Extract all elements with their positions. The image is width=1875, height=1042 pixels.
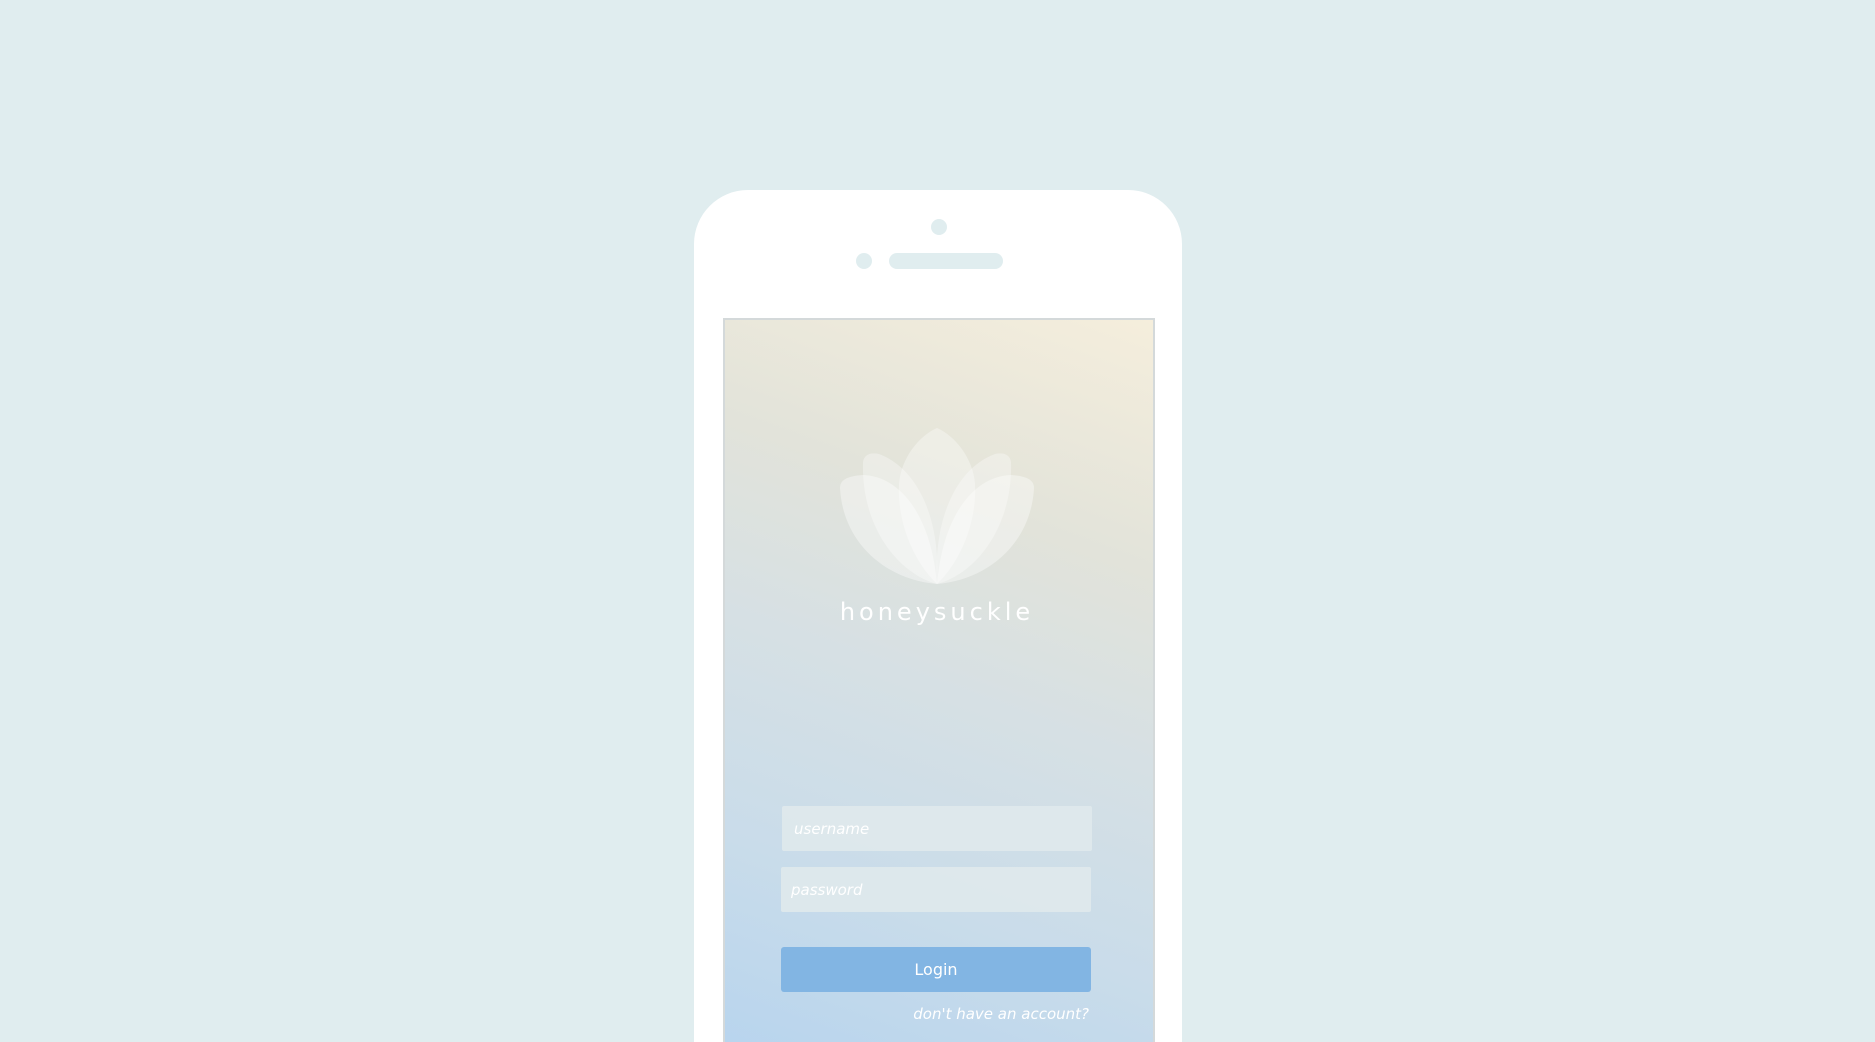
brand-name: honeysuckle [839,598,1035,626]
proximity-sensor [856,253,872,269]
signup-link[interactable]: don't have an account? [781,1005,1089,1023]
password-input[interactable] [781,867,1091,912]
login-button[interactable]: Login [781,947,1091,992]
page-background: honeysuckle Login don't have an account? [0,0,1875,1042]
phone-mockup: honeysuckle Login don't have an account? [694,190,1182,1042]
app-screen: honeysuckle Login don't have an account? [723,318,1155,1042]
username-input[interactable] [782,806,1092,851]
lotus-icon [840,428,1034,584]
earpiece-speaker [889,253,1003,269]
front-camera [931,219,947,235]
